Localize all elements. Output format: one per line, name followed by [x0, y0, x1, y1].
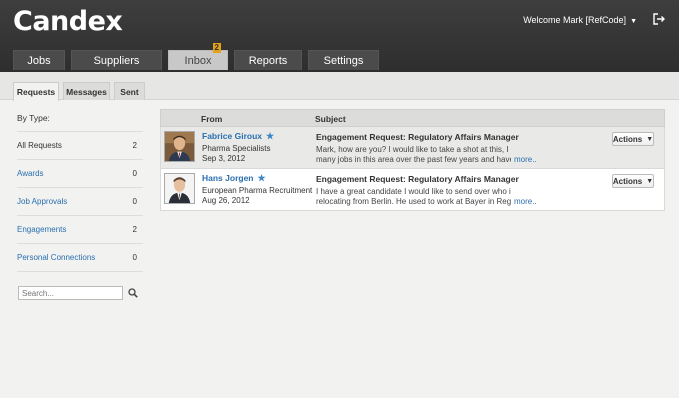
tab-label: Reports — [248, 54, 288, 67]
subtab-messages[interactable]: Messages — [63, 82, 110, 100]
sidebar-item-count: 0 — [132, 169, 137, 178]
sidebar-item-job-approvals[interactable]: Job Approvals 0 — [17, 188, 143, 216]
request-date: Sep 3, 2012 — [202, 154, 246, 163]
column-header-subject: Subject — [315, 114, 346, 124]
sender-name-link[interactable]: Hans Jorgen ★ — [202, 173, 266, 184]
table-row[interactable]: Fabrice Giroux ★ Pharma Specialists Sep 3… — [160, 127, 665, 169]
subtab-label: Requests — [16, 87, 56, 97]
sidebar-title: By Type: — [17, 108, 143, 132]
tab-label: Jobs — [27, 54, 51, 67]
subtab-label: Sent — [120, 86, 139, 97]
star-icon[interactable]: ★ — [258, 173, 266, 183]
logout-icon[interactable] — [653, 13, 665, 25]
actions-label: Actions — [612, 134, 643, 144]
subtab-label: Messages — [66, 86, 107, 97]
sidebar-item-personal-connections[interactable]: Personal Connections 0 — [17, 244, 143, 272]
message-preview-line: Mark, how are you? I would like to take … — [316, 145, 511, 154]
sidebar-item-count: 2 — [132, 225, 137, 234]
search-icon[interactable] — [128, 288, 138, 298]
subtab-requests[interactable]: Requests — [13, 82, 59, 101]
sidebar-item-label: Awards — [17, 169, 44, 178]
sender-company: European Pharma Recruitment — [202, 186, 313, 195]
tab-suppliers[interactable]: Suppliers — [71, 50, 162, 70]
table-row[interactable]: Hans Jorgen ★ European Pharma Recruitment… — [160, 169, 665, 211]
sender-name: Fabrice Giroux — [202, 131, 262, 141]
inbox-count-badge: 2 — [212, 43, 221, 53]
request-subject[interactable]: Engagement Request: Regulatory Affairs M… — [316, 174, 519, 184]
caret-down-icon: ▼ — [646, 135, 654, 143]
actions-label: Actions — [612, 176, 643, 186]
sidebar-item-count: 2 — [132, 141, 137, 150]
user-menu[interactable]: Welcome Mark [RefCode] ▼ — [523, 15, 637, 25]
sidebar-item-engagements[interactable]: Engagements 2 — [17, 216, 143, 244]
message-preview-line: I have a great candidate I would like to… — [316, 187, 511, 196]
caret-down-icon: ▼ — [646, 177, 654, 185]
sidebar-item-label: Engagements — [17, 225, 67, 234]
more-link[interactable]: more.. — [514, 197, 537, 206]
sidebar-item-label: Job Approvals — [17, 197, 68, 206]
sender-name: Hans Jorgen — [202, 173, 254, 183]
subtab-sent[interactable]: Sent — [114, 82, 145, 100]
caret-down-icon: ▼ — [630, 18, 637, 25]
request-date: Aug 26, 2012 — [202, 196, 250, 205]
sender-company: Pharma Specialists — [202, 144, 271, 153]
avatar — [164, 131, 195, 162]
table-header: From Subject — [160, 109, 665, 127]
request-subject[interactable]: Engagement Request: Regulatory Affairs M… — [316, 132, 519, 142]
sidebar-item-count: 0 — [132, 253, 137, 262]
sidebar-item-label: All Requests — [17, 141, 62, 150]
column-header-from: From — [201, 114, 223, 124]
tab-inbox[interactable]: Inbox 2 — [168, 43, 228, 70]
requests-table: From Subject Fabrice Giroux ★ Pharma Spec… — [160, 109, 665, 211]
main-tabs: Jobs Suppliers Inbox 2 Reports Settings — [13, 43, 379, 72]
tab-jobs[interactable]: Jobs — [13, 50, 65, 70]
actions-dropdown[interactable]: Actions ▼ — [612, 132, 654, 146]
candex-logo[interactable]: Candex — [13, 6, 123, 37]
sidebar-item-all-requests[interactable]: All Requests 2 — [17, 132, 143, 160]
sidebar-item-label: Personal Connections — [17, 253, 96, 262]
message-preview-line: relocating from Berlin. He used to work … — [316, 197, 511, 206]
search-input[interactable] — [18, 286, 123, 300]
inbox-subnav: Requests Messages Sent — [0, 72, 679, 101]
sidebar-item-awards[interactable]: Awards 0 — [17, 160, 143, 188]
tab-label: Settings — [323, 54, 364, 67]
message-preview-line: many jobs in this area over the past few… — [316, 155, 511, 164]
welcome-text: Welcome Mark [RefCode] — [523, 15, 627, 25]
more-link[interactable]: more.. — [514, 155, 537, 164]
tab-reports[interactable]: Reports — [234, 50, 302, 70]
star-icon[interactable]: ★ — [266, 131, 274, 141]
avatar — [164, 173, 195, 204]
logo-text: Candex — [13, 6, 123, 37]
sidebar-item-count: 0 — [132, 197, 137, 206]
actions-dropdown[interactable]: Actions ▼ — [612, 174, 654, 188]
tab-settings[interactable]: Settings — [308, 50, 379, 70]
tab-label: Suppliers — [93, 54, 140, 67]
type-filter-sidebar: By Type: All Requests 2 Awards 0 Job App… — [17, 108, 143, 272]
tab-label: Inbox — [184, 54, 212, 67]
top-bar: Candex Welcome Mark [RefCode] ▼ Jobs Supp… — [0, 0, 679, 72]
sender-name-link[interactable]: Fabrice Giroux ★ — [202, 131, 274, 142]
